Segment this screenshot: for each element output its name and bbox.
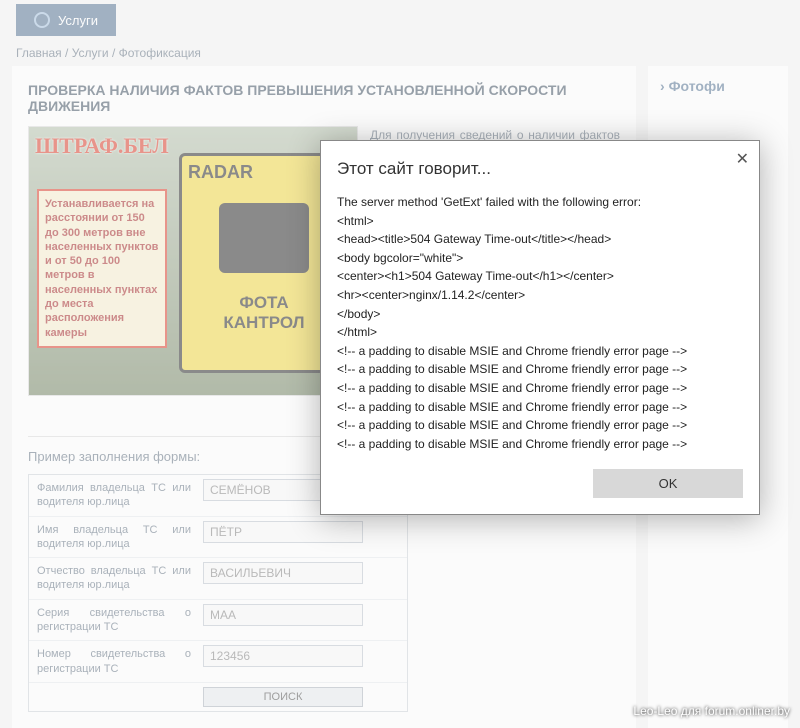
sign-text-1: ФОТА [188,293,340,313]
ok-button[interactable]: OK [593,469,743,498]
check-circle-icon [34,12,50,28]
search-button[interactable]: ПОИСК [203,687,363,707]
form-label: Номер свидетельства о регистрации ТС [29,641,199,682]
breadcrumb-current: Фотофиксация [119,46,201,60]
page-title: ПРОВЕРКА НАЛИЧИЯ ФАКТОВ ПРЕВЫШЕНИЯ УСТАН… [28,82,620,114]
form-input-3[interactable] [203,604,363,626]
form-row: Имя владельца ТС или водителя юр.лица [29,517,407,559]
alert-dialog: ✕ Этот сайт говорит... The server method… [320,140,760,515]
watermark: Leo-Leo для forum.onliner.by [633,704,790,718]
close-button[interactable]: ✕ [736,149,749,169]
form-label: Отчество владельца ТС или водителя юр.ли… [29,558,199,599]
hero-brand: ШТРАФ.БЕЛ [35,133,169,159]
hero-image: ШТРАФ.БЕЛ Устанавливается на расстоянии … [28,126,358,396]
breadcrumb: Главная / Услуги / Фотофиксация [0,36,800,66]
dialog-title: Этот сайт говорит... [337,159,743,179]
form-input-2[interactable] [203,562,363,584]
form-label: Фамилия владельца ТС или водителя юр.лиц… [29,475,199,516]
tab-bar: Услуги [0,0,800,36]
form-label: Имя владельца ТС или водителя юр.лица [29,517,199,558]
hero-note: Устанавливается на расстоянии от 150 до … [37,189,167,348]
form-row: Серия свидетельства о регистрации ТС [29,600,407,642]
form-label: Серия свидетельства о регистрации ТС [29,600,199,641]
camera-icon [219,203,309,273]
close-icon: ✕ [736,151,749,168]
breadcrumb-services[interactable]: Услуги [72,46,109,60]
dialog-body: The server method 'GetExt' failed with t… [337,193,743,453]
form-row: Отчество владельца ТС или водителя юр.ли… [29,558,407,600]
form-row: Номер свидетельства о регистрации ТС [29,641,407,683]
form-input-4[interactable] [203,645,363,667]
form-input-1[interactable] [203,521,363,543]
side-link-photofix[interactable]: Фотофи [660,78,776,94]
breadcrumb-home[interactable]: Главная [16,46,62,60]
sign-text-2: КАНТРОЛ [188,313,340,333]
tab-services[interactable]: Услуги [16,4,116,36]
sign-radar-label: RADAR [188,162,340,183]
tab-label: Услуги [58,13,98,28]
